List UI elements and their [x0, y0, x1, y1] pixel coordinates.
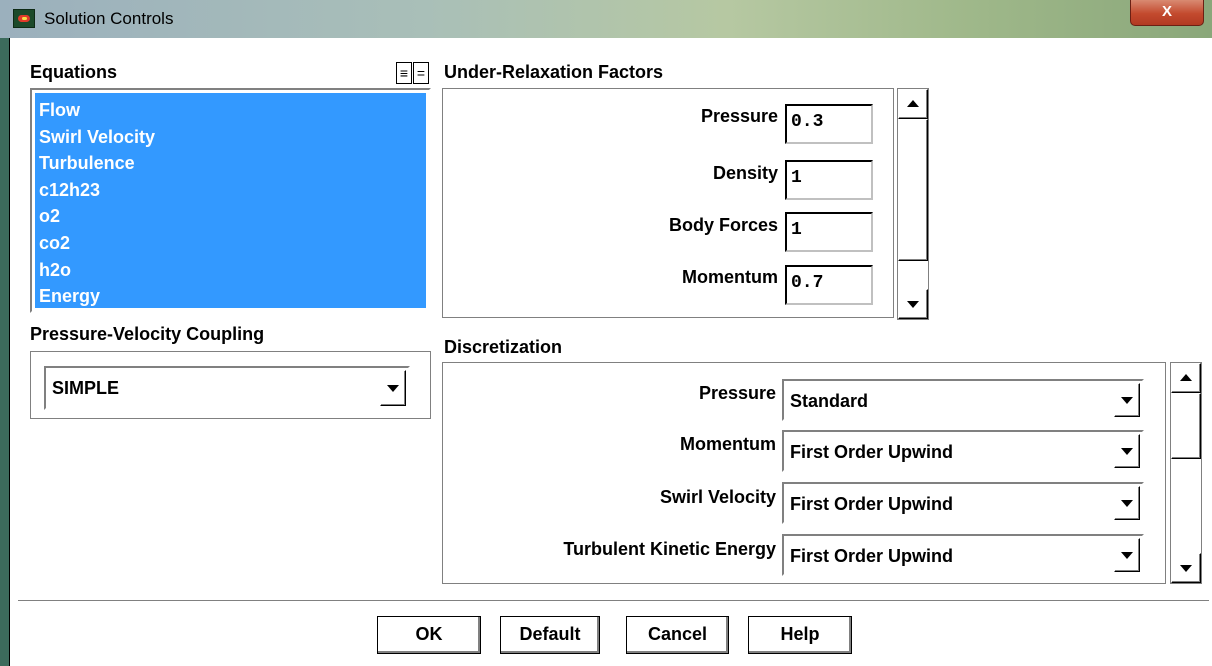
urf-momentum-input[interactable]: 0.7 [785, 265, 873, 305]
arrow-down-icon [907, 301, 919, 308]
under-relaxation-label: Under-Relaxation Factors [444, 62, 664, 82]
deselect-all-button[interactable]: = [413, 62, 429, 84]
default-button[interactable]: Default [500, 616, 600, 654]
equation-item-co2[interactable]: co2 [35, 230, 426, 257]
urf-density-label: Density [712, 163, 778, 183]
disc-momentum-value: First Order Upwind [790, 442, 954, 462]
urf-body-forces-label: Body Forces [668, 215, 778, 235]
urf-pressure-label: Pressure [700, 106, 778, 126]
disc-tke-value: First Order Upwind [790, 546, 954, 566]
urf-density-input[interactable]: 1 [785, 160, 873, 200]
scroll-thumb[interactable] [898, 119, 928, 261]
discretization-label: Discretization [444, 337, 563, 357]
chevron-down-icon[interactable] [1114, 486, 1140, 520]
title-bar[interactable] [0, 0, 1212, 38]
close-button[interactable]: X [1130, 0, 1204, 26]
disc-tke-label: Turbulent Kinetic Energy [563, 539, 776, 559]
arrow-up-icon [907, 100, 919, 107]
equations-list[interactable]: Flow Swirl Velocity Turbulence c12h23 o2… [30, 88, 431, 313]
screen-edge [0, 0, 9, 666]
disc-momentum-label: Momentum [680, 434, 776, 454]
under-relaxation-scrollbar[interactable] [897, 88, 929, 320]
equation-item-h2o[interactable]: h2o [35, 257, 426, 284]
help-button[interactable]: Help [748, 616, 852, 654]
close-icon: X [1161, 3, 1172, 20]
equation-item-energy[interactable]: Energy [35, 283, 426, 310]
scroll-thumb[interactable] [1171, 393, 1201, 459]
scroll-up-button[interactable] [898, 89, 928, 119]
urf-momentum-label: Momentum [682, 267, 778, 287]
equation-item-c12h23[interactable]: c12h23 [35, 177, 426, 204]
ok-button[interactable]: OK [377, 616, 481, 654]
scroll-up-button[interactable] [1171, 363, 1201, 393]
pressure-velocity-coupling-value: SIMPLE [52, 378, 120, 398]
equation-item-flow[interactable]: Flow [35, 97, 426, 124]
chevron-down-icon[interactable] [1114, 538, 1140, 572]
urf-pressure-input[interactable]: 0.3 [785, 104, 873, 144]
discretization-scrollbar[interactable] [1170, 362, 1202, 584]
chevron-down-icon[interactable] [1114, 383, 1140, 417]
arrow-down-icon [1180, 565, 1192, 572]
pressure-velocity-coupling-label: Pressure-Velocity Coupling [30, 324, 265, 344]
disc-tke-dropdown[interactable]: First Order Upwind [782, 534, 1144, 576]
select-all-button[interactable]: ≡ [396, 62, 412, 84]
chevron-down-icon[interactable] [380, 370, 406, 406]
equation-item-o2[interactable]: o2 [35, 203, 426, 230]
scroll-down-button[interactable] [1171, 553, 1201, 583]
disc-pressure-label: Pressure [698, 383, 776, 403]
pressure-velocity-coupling-dropdown[interactable]: SIMPLE [44, 366, 410, 410]
disc-swirl-velocity-label: Swirl Velocity [659, 487, 776, 507]
disc-pressure-dropdown[interactable]: Standard [782, 379, 1144, 421]
bottom-divider [18, 600, 1209, 602]
equation-item-swirl-velocity[interactable]: Swirl Velocity [35, 124, 426, 151]
equation-item-turbulence[interactable]: Turbulence [35, 150, 426, 177]
scroll-down-button[interactable] [898, 289, 928, 319]
disc-pressure-value: Standard [790, 391, 869, 411]
equations-label: Equations [30, 62, 118, 82]
disc-swirl-velocity-value: First Order Upwind [790, 494, 954, 514]
urf-body-forces-input[interactable]: 1 [785, 212, 873, 252]
cancel-button[interactable]: Cancel [626, 616, 729, 654]
app-icon [13, 9, 35, 28]
disc-swirl-velocity-dropdown[interactable]: First Order Upwind [782, 482, 1144, 524]
arrow-up-icon [1180, 374, 1192, 381]
disc-momentum-dropdown[interactable]: First Order Upwind [782, 430, 1144, 472]
chevron-down-icon[interactable] [1114, 434, 1140, 468]
window-title: Solution Controls [44, 9, 174, 28]
